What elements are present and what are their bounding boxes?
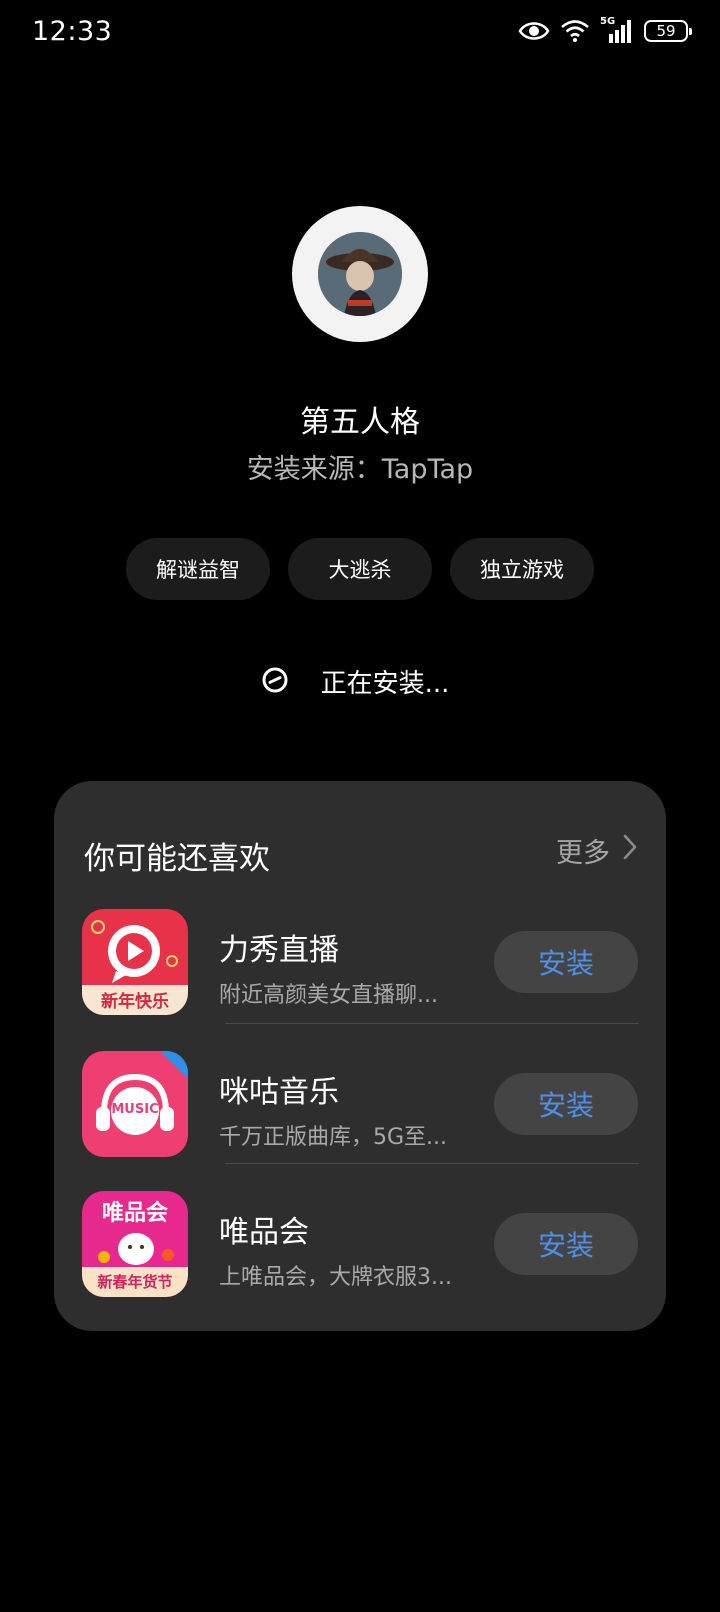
status-time: 12:33: [32, 16, 113, 47]
loading-spinner-icon: [261, 666, 289, 698]
migu-icon-caption: MUSIC: [111, 1102, 159, 1117]
lixiu-icon-caption: 新年快乐: [101, 992, 169, 1012]
install-button[interactable]: 安装: [494, 1213, 638, 1275]
vipshop-app-icon: 唯品会 新春年货节: [82, 1191, 188, 1297]
battery-level: 59: [656, 22, 676, 40]
wifi-icon: [560, 19, 590, 43]
recommendations-title: 你可能还喜欢: [84, 841, 270, 877]
category-tags: 解谜益智 大逃杀 独立游戏: [0, 538, 720, 600]
install-progress: 正在安装...: [0, 663, 720, 700]
rec-desc-migu: 千万正版曲库，5G至...: [219, 1125, 448, 1150]
status-bar: 12:33 5G 59: [0, 0, 720, 70]
list-item[interactable]: 唯品会 新春年货节 唯品会 上唯品会，大牌衣服3... 安装: [82, 1191, 638, 1301]
network-type-label: 5G: [600, 16, 616, 27]
rec-name-vipshop: 唯品会: [219, 1215, 309, 1250]
migu-music-app-icon: MUSIC: [82, 1051, 188, 1157]
install-button[interactable]: 安装: [494, 931, 638, 993]
chevron-right-icon: [622, 833, 638, 868]
eye-icon: [518, 20, 550, 42]
cellular-signal-icon: 5G: [600, 16, 634, 44]
battery-icon: 59: [644, 20, 692, 42]
list-item[interactable]: 新年快乐 力秀直播 附近高颜美女直播聊... 安装: [82, 909, 638, 1019]
list-item[interactable]: MUSIC 咪咕音乐 千万正版曲库，5G至... 安装: [82, 1051, 638, 1161]
divider: [225, 1163, 639, 1164]
more-link[interactable]: 更多: [556, 831, 638, 870]
more-label: 更多: [556, 838, 610, 869]
install-status-text: 正在安装...: [320, 669, 450, 699]
vipshop-icon-caption: 新春年货节: [97, 1273, 173, 1291]
lixiu-app-icon: 新年快乐: [82, 909, 188, 1015]
divider: [225, 1023, 639, 1024]
tag-puzzle[interactable]: 解谜益智: [126, 538, 270, 600]
recommendations-card: 你可能还喜欢 更多 新年快乐 力秀直播 附近高颜美女直播聊... 安装 MUSI…: [54, 781, 666, 1331]
vipshop-icon-title: 唯品会: [101, 1201, 168, 1226]
status-icons: 5G 59: [518, 16, 692, 44]
tag-indie[interactable]: 独立游戏: [450, 538, 594, 600]
app-icon: [292, 206, 428, 342]
install-source: 安装来源：TapTap: [246, 454, 474, 485]
install-button[interactable]: 安装: [494, 1073, 638, 1135]
rec-name-lixiu: 力秀直播: [219, 933, 339, 968]
tag-battle-royale[interactable]: 大逃杀: [288, 538, 432, 600]
rec-desc-lixiu: 附近高颜美女直播聊...: [219, 983, 438, 1008]
rec-desc-vipshop: 上唯品会，大牌衣服3...: [219, 1265, 452, 1290]
app-name: 第五人格: [300, 405, 420, 440]
app-avatar-image: [318, 232, 402, 316]
rec-name-migu: 咪咕音乐: [219, 1075, 339, 1110]
